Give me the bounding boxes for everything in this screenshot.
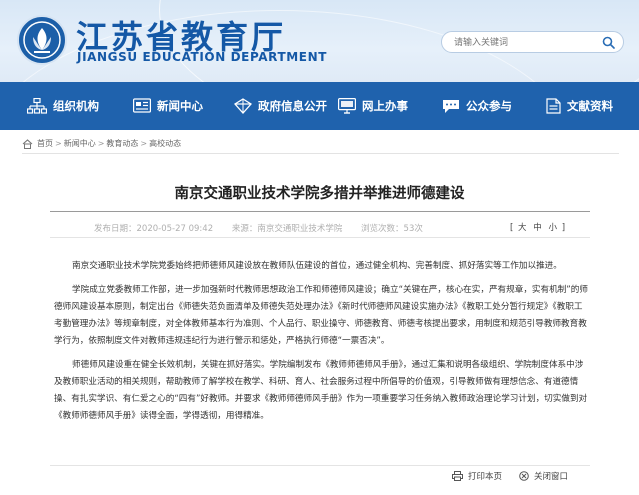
documents-icon	[546, 98, 561, 114]
print-label: 打印本页	[468, 472, 503, 482]
bracket: ]	[561, 223, 566, 233]
breadcrumb-separator: >	[97, 139, 105, 148]
main-nav: 组织机构 新闻中心 政府信息公开 网上办事 公众参与 文献资料	[0, 82, 639, 130]
close-label: 关闭窗口	[534, 472, 569, 482]
nav-label: 公众参与	[466, 99, 512, 113]
article-paragraph: 学院成立党委教师工作部，进一步加强新时代教师思想政治工作和师德师风建设；确立“关…	[54, 285, 588, 346]
nav-label: 网上办事	[362, 99, 408, 113]
search-icon[interactable]	[602, 36, 615, 49]
divider	[22, 153, 619, 154]
breadcrumb-education-news[interactable]: 教育动态	[106, 138, 138, 149]
bracket: [	[510, 223, 514, 233]
font-large-button[interactable]: 大	[518, 223, 527, 233]
print-button[interactable]: 打印本页	[452, 470, 502, 482]
breadcrumb-separator: >	[140, 139, 148, 148]
public-participation-icon	[443, 100, 459, 113]
close-icon	[519, 471, 529, 481]
article-body: 南京交通职业技术学院党委始终把师德师风建设放在教师队伍建设的首位，通过健全机构、…	[54, 258, 588, 432]
nav-label: 文献资料	[567, 99, 613, 113]
site-subtitle: JIANGSU EDUCATION DEPARTMENT	[77, 50, 328, 64]
news-icon	[133, 98, 151, 113]
nav-item-online-service[interactable]: 网上办事	[338, 82, 408, 130]
info-open-icon	[234, 98, 252, 114]
logo-emblem-icon[interactable]	[17, 15, 67, 65]
font-small-button[interactable]: 小	[548, 223, 557, 233]
nav-item-info-open[interactable]: 政府信息公开	[234, 82, 327, 130]
divider	[50, 465, 590, 466]
printer-icon	[452, 471, 463, 481]
online-service-icon	[338, 98, 356, 114]
search-box	[441, 31, 624, 53]
home-icon	[22, 138, 33, 149]
font-size-switcher: [ 大 中 小 ]	[510, 221, 565, 233]
breadcrumb-separator: >	[55, 139, 62, 148]
divider	[50, 237, 590, 238]
nav-item-public-participation[interactable]: 公众参与	[442, 82, 512, 130]
breadcrumb-university-news[interactable]: 高校动态	[149, 138, 181, 149]
article-paragraph: 师德师风建设重在健全长效机制，关键在抓好落实。学院编制发布《教师师德师风手册》，…	[54, 360, 588, 421]
nav-label: 组织机构	[53, 99, 99, 113]
breadcrumb-news-center[interactable]: 新闻中心	[64, 138, 96, 149]
publish-date: 发布日期：2020-05-27 09:42	[94, 224, 214, 234]
org-chart-icon	[27, 98, 47, 114]
article-meta: 发布日期：2020-05-27 09:42 来源：南京交通职业技术学院 浏览次数…	[94, 222, 439, 234]
breadcrumb: 首页 > 新闻中心 > 教育动态 > 高校动态	[22, 138, 181, 149]
article-paragraph: 南京交通职业技术学院党委始终把师德师风建设放在教师队伍建设的首位，通过健全机构、…	[72, 261, 562, 271]
site-header: 江苏省教育厅 JIANGSU EDUCATION DEPARTMENT	[0, 0, 639, 82]
nav-item-news[interactable]: 新闻中心	[133, 82, 203, 130]
font-medium-button[interactable]: 中	[533, 223, 542, 233]
view-count: 浏览次数：53次	[361, 224, 423, 234]
nav-item-documents[interactable]: 文献资料	[545, 82, 613, 130]
article-title: 南京交通职业技术学院多措并举推进师德建设	[174, 186, 465, 202]
close-window-button[interactable]: 关闭窗口	[519, 470, 568, 482]
nav-item-org[interactable]: 组织机构	[27, 82, 99, 130]
article-source: 来源：南京交通职业技术学院	[231, 224, 343, 234]
nav-label: 政府信息公开	[258, 99, 327, 113]
nav-label: 新闻中心	[157, 99, 203, 113]
search-input[interactable]	[454, 35, 594, 50]
breadcrumb-home[interactable]: 首页	[37, 138, 53, 149]
divider	[50, 211, 590, 212]
